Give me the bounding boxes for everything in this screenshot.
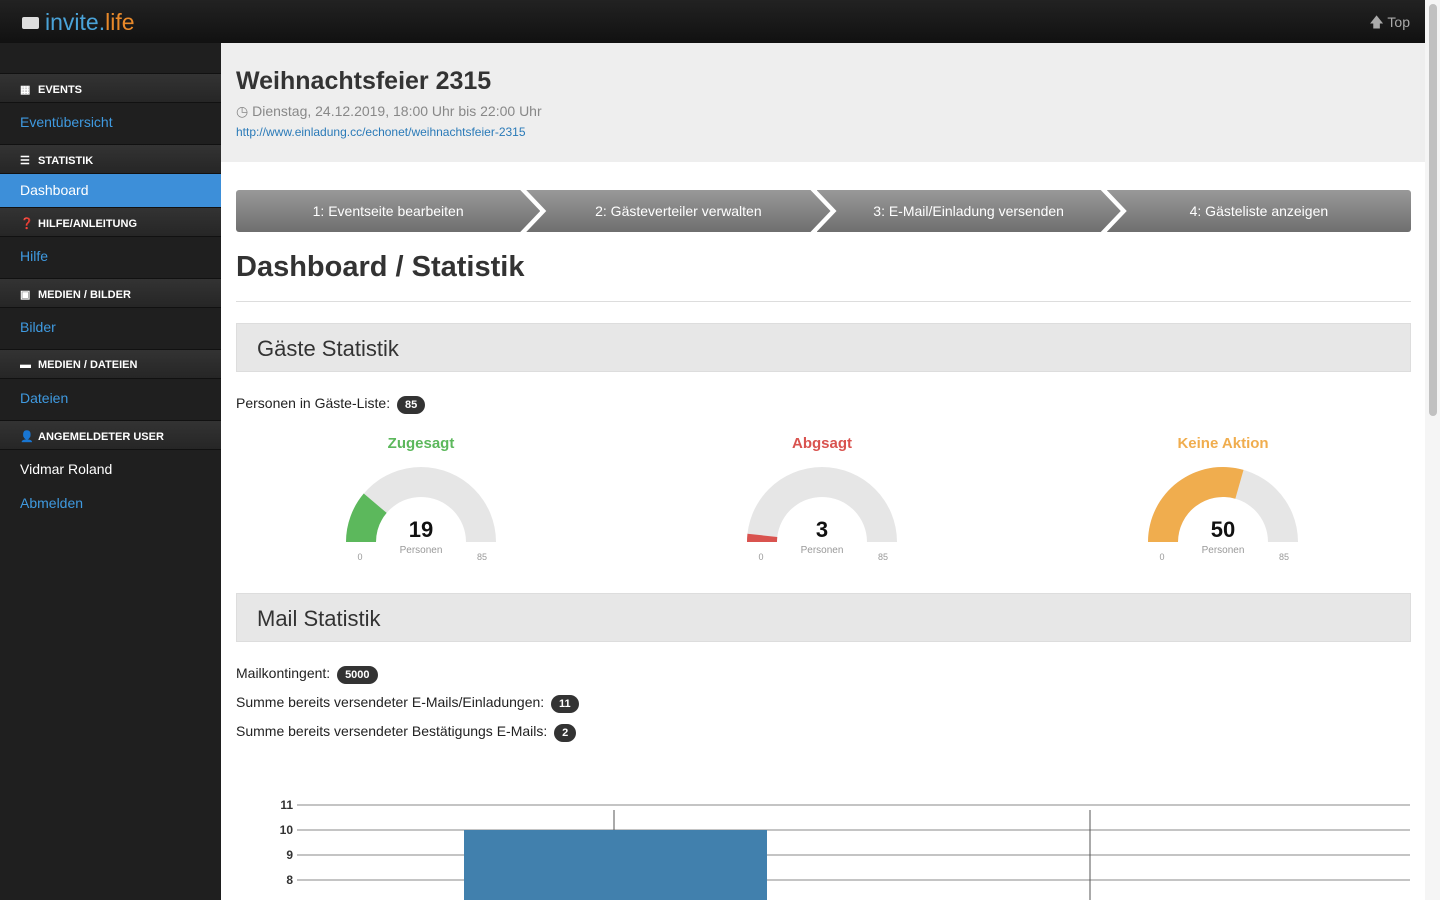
sidebar-item[interactable]: Abmelden (0, 484, 221, 518)
gauge-max: 85 (878, 552, 888, 562)
sidebar: ▦ EVENTS Eventübersicht ☰ STATISTIK Dashboard… (0, 43, 221, 900)
y-tick-label: 10 (280, 823, 294, 837)
list-icon: ☰ (20, 155, 30, 167)
image-icon: ▣ (20, 289, 31, 301)
sidebar-section-header: 👤 ANGEMELDETER USER (0, 420, 221, 450)
guest-total: Personen in Gäste-Liste: 85 (236, 395, 426, 414)
gauge-min: 0 (357, 552, 362, 562)
step-tab[interactable]: 1: Eventseite bearbeiten (236, 190, 540, 232)
bar (464, 830, 767, 900)
gauge-unit: Personen (1202, 545, 1245, 556)
main-content: Weihnachtsfeier 2315 ◷ Dienstag, 24.12.2… (221, 43, 1425, 900)
page-title: Dashboard / Statistik (236, 251, 525, 283)
mail-stat-line: Summe bereits versendeter Bestätigungs E… (236, 723, 577, 742)
scrollbar[interactable] (1425, 0, 1440, 900)
gauge-title: Keine Aktion (1177, 435, 1269, 452)
sidebar-item[interactable]: Vidmar Roland (0, 450, 221, 484)
gauge: Abgsagt 3 Personen 0 85 (722, 435, 922, 565)
arrow-up-icon: 🡅 (1369, 14, 1388, 30)
sidebar-section-header: ❓ HILFE/ANLEITUNG (0, 207, 221, 237)
gauge-max: 85 (1279, 552, 1289, 562)
event-date: Dienstag, 24.12.2019, 18:00 Uhr bis 22:0… (252, 103, 542, 119)
envelope-icon (22, 17, 39, 29)
count-badge: 85 (396, 396, 426, 414)
step-tab[interactable]: 4: Gästeliste anzeigen (1106, 190, 1411, 232)
mail-stat-line: Summe bereits versendeter E-Mails/Einlad… (236, 694, 579, 713)
gauge-unit: Personen (801, 545, 844, 556)
divider (236, 301, 1411, 302)
top-navbar: invite.life 🡅 Top (0, 0, 1440, 43)
count-badge: 11 (551, 695, 579, 713)
logo[interactable]: invite.life (22, 9, 135, 36)
mail-stat-line: Mailkontingent: 5000 (236, 665, 378, 684)
y-tick-label: 9 (286, 848, 293, 862)
sidebar-item[interactable]: Eventübersicht (0, 103, 221, 144)
gauge-unit: Personen (400, 545, 443, 556)
count-badge: 2 (554, 724, 577, 742)
gauge: Zugesagt 19 Personen 0 85 (321, 435, 521, 565)
sidebar-section-header: ▣ MEDIEN / BILDER (0, 278, 221, 308)
workflow-steps: 1: Eventseite bearbeiten 2: Gästeverteile… (236, 190, 1411, 232)
guest-stats-heading: Gäste Statistik (236, 323, 1411, 372)
step-tab[interactable]: 2: Gästeverteiler verwalten (526, 190, 830, 232)
mail-bar-chart: 67891011 (280, 798, 1410, 900)
scrollbar-thumb[interactable] (1429, 4, 1437, 416)
sidebar-item[interactable]: Bilder (0, 308, 221, 349)
grid-icon: ▦ (20, 84, 31, 96)
gauge-value: 3 (816, 517, 828, 542)
count-badge: 5000 (337, 666, 378, 684)
folder-icon: ▬ (20, 359, 31, 371)
clock-icon: ◷ (236, 103, 253, 119)
sidebar-section-header: ▬ MEDIEN / DATEIEN (0, 349, 221, 379)
sidebar-item[interactable]: Dashboard (0, 174, 221, 207)
gauge-title: Abgsagt (792, 435, 852, 452)
y-tick-label: 11 (280, 798, 293, 812)
gauge-min: 0 (1159, 552, 1164, 562)
mail-stats-heading: Mail Statistik (236, 593, 1411, 642)
event-title: Weihnachtsfeier 2315 (236, 67, 492, 95)
user-icon: 👤 (20, 431, 34, 443)
top-link[interactable]: 🡅 Top (1369, 12, 1410, 36)
gauge-min: 0 (758, 552, 763, 562)
gauge: Keine Aktion 50 Personen 0 85 (1123, 435, 1323, 565)
sidebar-item[interactable]: Dateien (0, 379, 221, 420)
gauge-title: Zugesagt (387, 435, 455, 452)
help-icon: ❓ (20, 218, 34, 230)
sidebar-section-header: ▦ EVENTS (0, 73, 221, 103)
sidebar-section-header: ☰ STATISTIK (0, 144, 221, 174)
gauge-value: 50 (1211, 517, 1235, 542)
event-header: Weihnachtsfeier 2315 ◷ Dienstag, 24.12.2… (221, 43, 1425, 162)
event-url-link[interactable]: http://www.einladung.cc/echonet/weihnach… (236, 125, 1410, 139)
sidebar-item[interactable]: Hilfe (0, 237, 221, 278)
gauge-max: 85 (477, 552, 487, 562)
gauge-value: 19 (409, 517, 433, 542)
step-tab[interactable]: 3: E-Mail/Einladung versenden (817, 190, 1121, 232)
y-tick-label: 8 (286, 873, 293, 887)
